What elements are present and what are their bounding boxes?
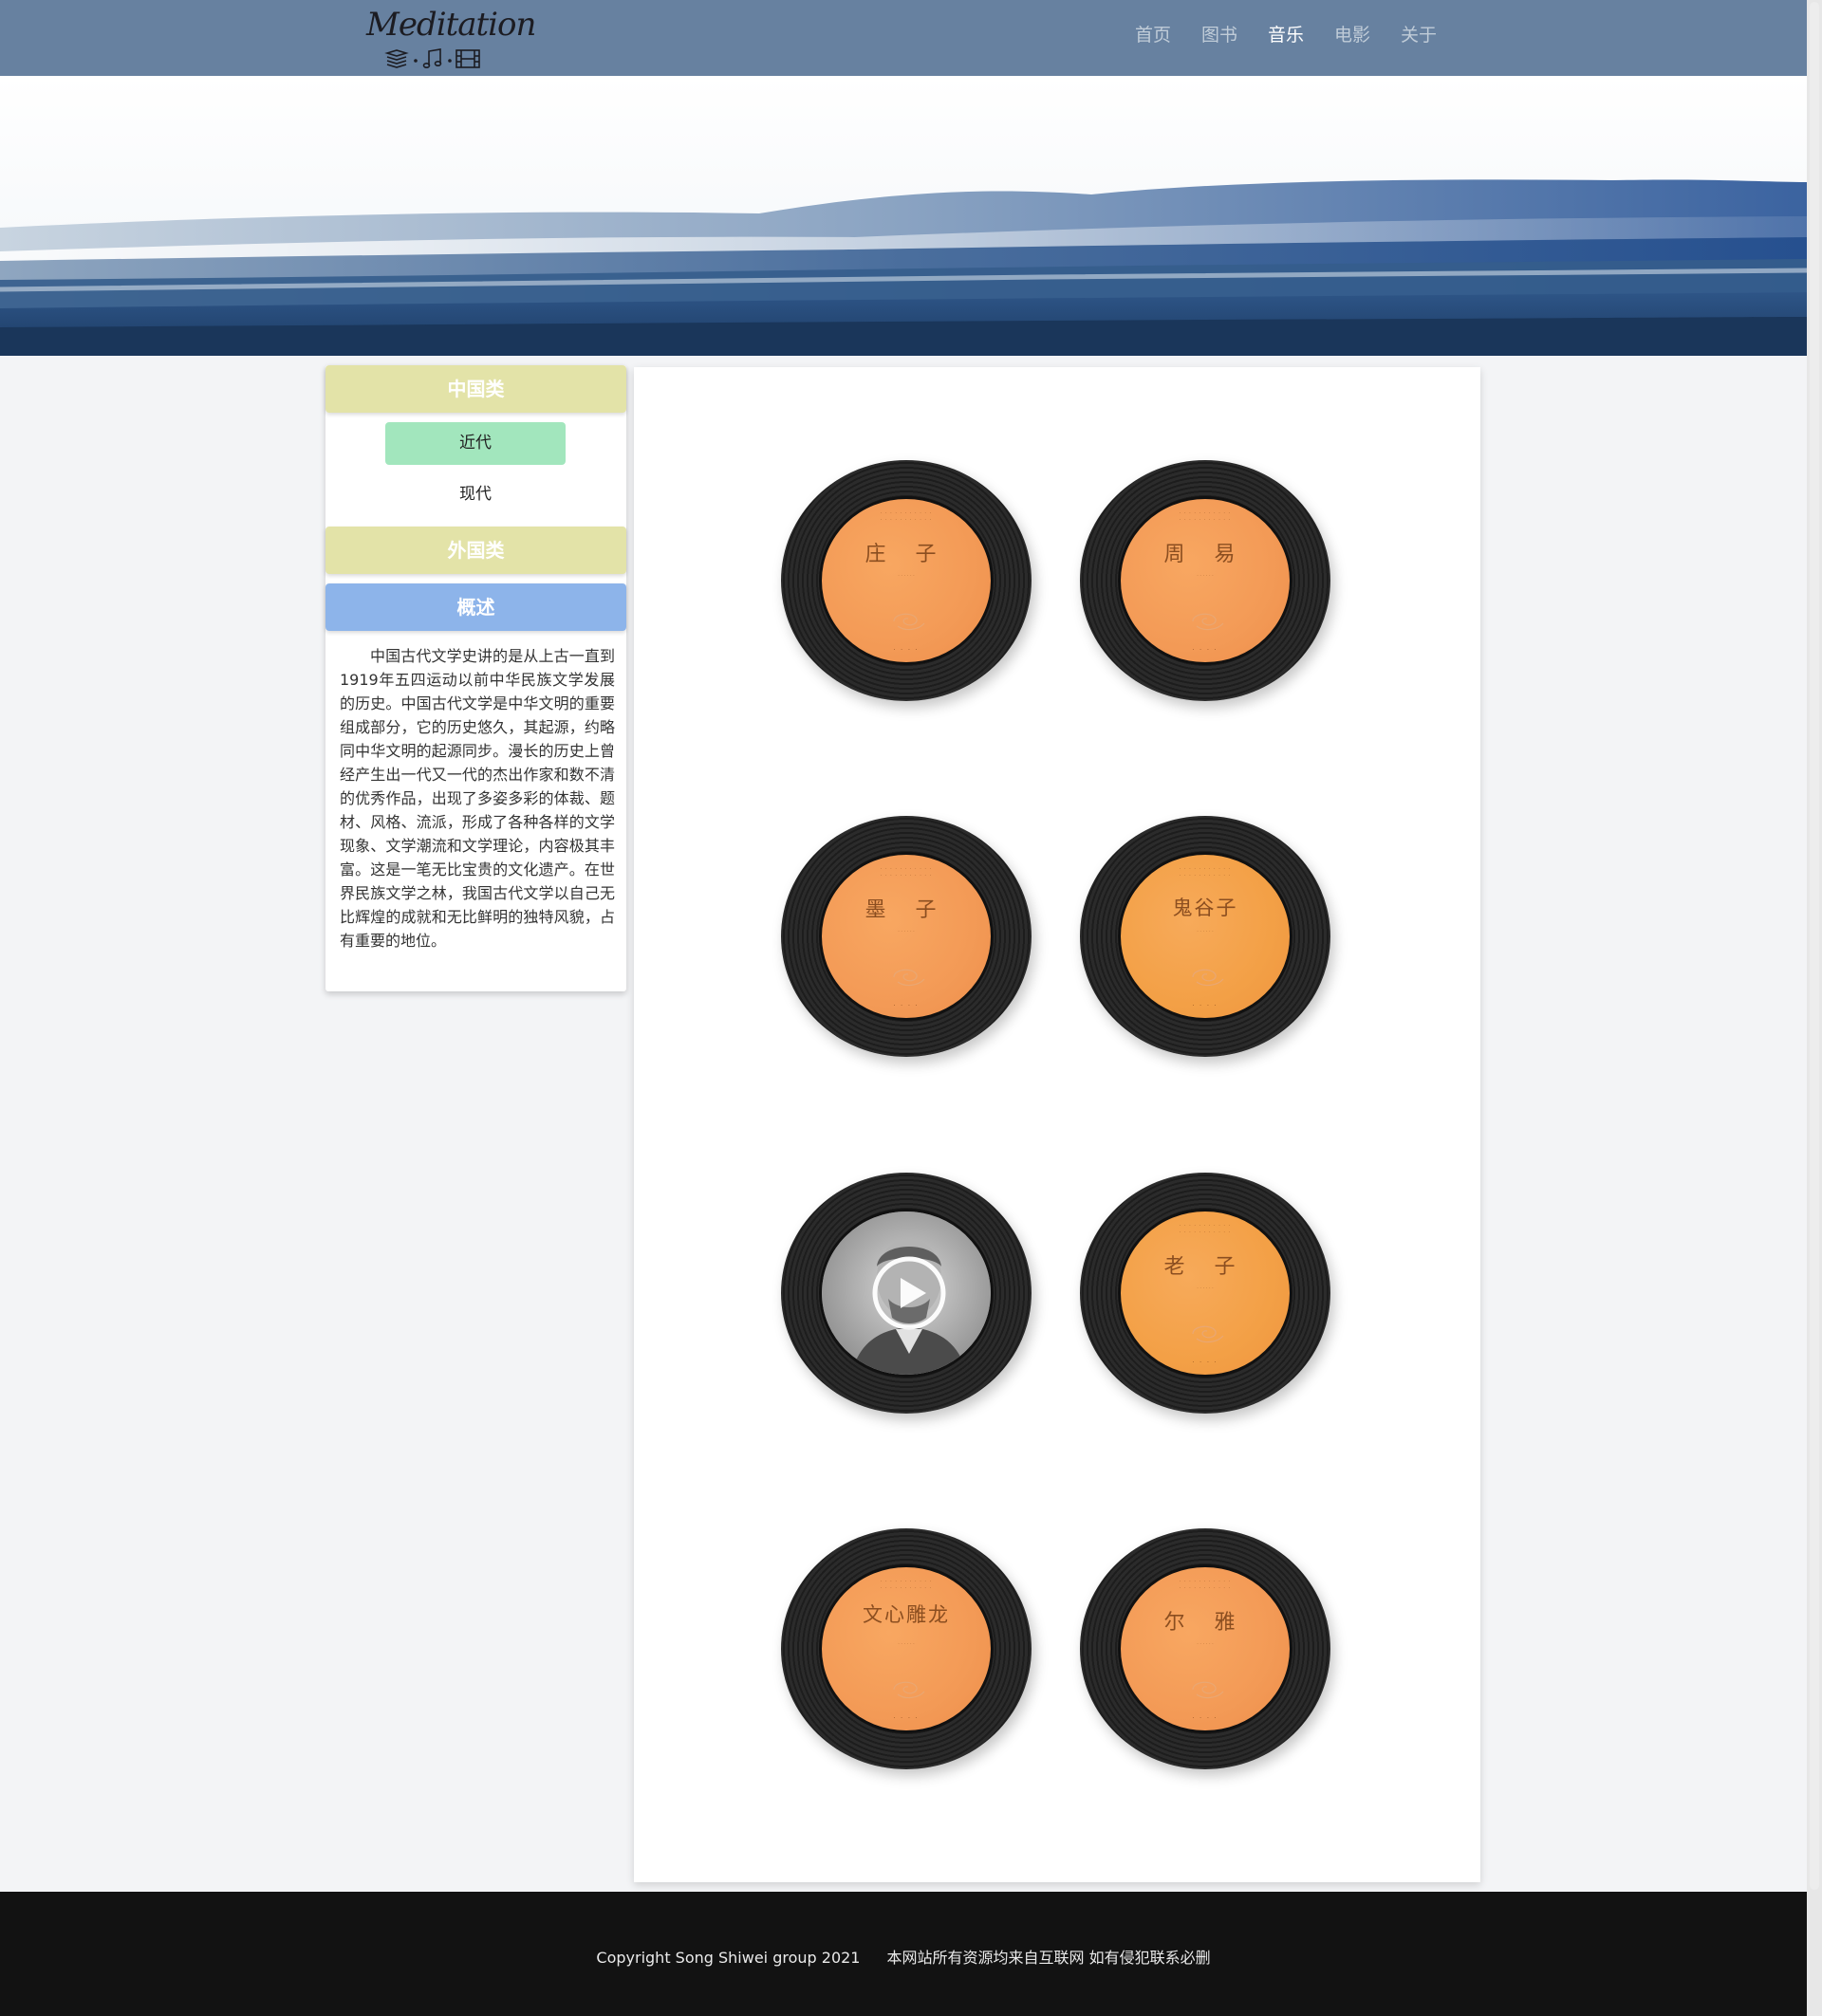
vertical-scrollbar[interactable] bbox=[1807, 0, 1822, 2016]
play-button-icon[interactable] bbox=[871, 1255, 947, 1331]
record-label-cover: · · · · · · · · · · · · · · · · · · · · ·… bbox=[1118, 1564, 1292, 1733]
label-series-text: · · · · · · · · · · · · · · · · · · · · ·… bbox=[880, 1579, 933, 1591]
record-title: 尔 雅 bbox=[1163, 1611, 1247, 1635]
label-series-text: · · · · · · · · · · · · · · · · · · · · ·… bbox=[1179, 1223, 1232, 1235]
label-author-text: · · · · · · bbox=[1197, 1285, 1214, 1291]
record-title: 老 子 bbox=[1163, 1255, 1247, 1279]
vinyl-record[interactable]: · · · · · · · · · · · · · · · · · · · · ·… bbox=[1080, 460, 1330, 701]
record-grid-panel: · · · · · · · · · · · · · · · · · · · · ·… bbox=[634, 367, 1480, 1882]
nav-about[interactable]: 关于 bbox=[1401, 23, 1467, 47]
record-label-cover: · · · · · · · · · · · · · · · · · · · · ·… bbox=[819, 1564, 994, 1733]
label-author-text: · · · · · · bbox=[1197, 573, 1214, 579]
swirl-emblem-icon bbox=[893, 613, 925, 631]
sub-item-modern-era[interactable]: 近代 bbox=[385, 422, 566, 465]
label-publisher-text: · · · · bbox=[1192, 1359, 1218, 1366]
nav-music[interactable]: 音乐 bbox=[1268, 23, 1334, 47]
disclaimer-text: 本网站所有资源均来自互联网 如有侵犯联系必删 bbox=[886, 1949, 1211, 1967]
record-title: 鬼谷子 bbox=[1172, 897, 1238, 919]
copyright-text: Copyright Song Shiwei group 2021 bbox=[596, 1949, 861, 1967]
page-footer: Copyright Song Shiwei group 2021 本网站所有资源均… bbox=[0, 1892, 1807, 2016]
sub-item-contemporary[interactable]: 现代 bbox=[385, 473, 566, 516]
label-publisher-text: · · · · bbox=[893, 647, 920, 654]
category-china-header[interactable]: 中国类 bbox=[325, 365, 626, 413]
label-series-text: · · · · · · · · · · · · · · · · · · · · ·… bbox=[1179, 1579, 1232, 1591]
label-publisher-text: · · · · bbox=[1192, 1715, 1218, 1722]
swirl-emblem-icon bbox=[1192, 1681, 1224, 1699]
label-author-text: · · · · · · bbox=[898, 1641, 915, 1647]
vinyl-record[interactable]: · · · · · · · · · · · · · · · · · · · · ·… bbox=[1080, 1173, 1330, 1414]
top-navbar: Meditation 首页 图书 音乐 电影 关于 bbox=[0, 0, 1807, 76]
category-sidebar: 中国类 近代 现代 外国类 概述 中国古代文学史讲的是从上古一直到1919年五四… bbox=[325, 365, 626, 991]
label-author-text: · · · · · · bbox=[1197, 929, 1214, 934]
record-label-cover: · · · · · · · · · · · · · · · · · · · · ·… bbox=[1118, 852, 1292, 1021]
label-series-text: · · · · · · · · · · · · · · · · · · · · ·… bbox=[880, 510, 933, 523]
category-foreign-header[interactable]: 外国类 bbox=[325, 527, 626, 574]
swirl-emblem-icon bbox=[893, 969, 925, 987]
swirl-emblem-icon bbox=[1192, 969, 1224, 987]
vinyl-record[interactable]: · · · · · · · · · · · · · · · · · · · · ·… bbox=[781, 460, 1032, 701]
label-publisher-text: · · · · bbox=[893, 1715, 920, 1722]
vinyl-record[interactable]: · · · · · · · · · · · · · · · · · · · · ·… bbox=[781, 1528, 1032, 1769]
swirl-emblem-icon bbox=[1192, 1325, 1224, 1343]
nav-books[interactable]: 图书 bbox=[1201, 23, 1268, 47]
record-title: 周 易 bbox=[1163, 543, 1247, 566]
label-publisher-text: · · · · bbox=[893, 1003, 920, 1009]
hero-banner-mountains bbox=[0, 76, 1807, 356]
record-label-cover: · · · · · · · · · · · · · · · · · · · · ·… bbox=[1118, 496, 1292, 665]
record-label-cover: · · · · · · · · · · · · · · · · · · · · ·… bbox=[819, 852, 994, 1021]
logo-icons bbox=[384, 48, 480, 68]
swirl-emblem-icon bbox=[1192, 613, 1224, 631]
nav-home[interactable]: 首页 bbox=[1135, 23, 1201, 47]
label-author-text: · · · · · · bbox=[898, 929, 915, 934]
vinyl-record[interactable]: · · · · · · · · · · · · · · · · · · · · ·… bbox=[1080, 1528, 1330, 1769]
label-author-text: · · · · · · bbox=[1197, 1641, 1214, 1647]
book-stack-icon bbox=[384, 49, 409, 68]
record-title: 庄 子 bbox=[865, 543, 948, 566]
footer-text: Copyright Song Shiwei group 2021 本网站所有资源均… bbox=[0, 1945, 1807, 1968]
overview-header: 概述 bbox=[325, 583, 626, 631]
label-author-text: · · · · · · bbox=[898, 573, 915, 579]
label-series-text: · · · · · · · · · · · · · · · · · · · · ·… bbox=[880, 866, 933, 879]
record-title: 文心雕龙 bbox=[863, 1603, 950, 1626]
music-note-icon bbox=[422, 48, 442, 68]
film-icon bbox=[456, 49, 480, 68]
site-logo[interactable]: Meditation bbox=[361, 6, 536, 72]
vinyl-record[interactable]: · · · · · · · · · · · · · · · · · · · · ·… bbox=[1080, 816, 1330, 1057]
overview-text: 中国古代文学史讲的是从上古一直到1919年五四运动以前中华民族文学发展的历史。中… bbox=[340, 647, 615, 950]
nav-movies[interactable]: 电影 bbox=[1334, 23, 1401, 47]
scrollbar-thumb[interactable] bbox=[1810, 2, 1819, 1890]
label-series-text: · · · · · · · · · · · · · · · · · · · · ·… bbox=[1179, 866, 1232, 879]
swirl-emblem-icon bbox=[893, 1681, 925, 1699]
record-label-cover: · · · · · · · · · · · · · · · · · · · · ·… bbox=[1118, 1209, 1292, 1378]
label-publisher-text: · · · · bbox=[1192, 1003, 1218, 1009]
vinyl-record[interactable]: · · · · · · · · · · · · · · · · · · · · ·… bbox=[781, 816, 1032, 1057]
logo-wordmark: Meditation bbox=[366, 6, 536, 44]
label-publisher-text: · · · · bbox=[1192, 647, 1218, 654]
record-label-cover: · · · · · · · · · · · · · · · · · · · · ·… bbox=[819, 496, 994, 665]
record-label-portrait bbox=[819, 1209, 994, 1378]
vinyl-record[interactable] bbox=[781, 1173, 1032, 1414]
record-title: 墨 子 bbox=[865, 898, 948, 922]
main-nav: 首页 图书 音乐 电影 关于 bbox=[1135, 23, 1467, 47]
label-series-text: · · · · · · · · · · · · · · · · · · · · ·… bbox=[1179, 510, 1232, 523]
